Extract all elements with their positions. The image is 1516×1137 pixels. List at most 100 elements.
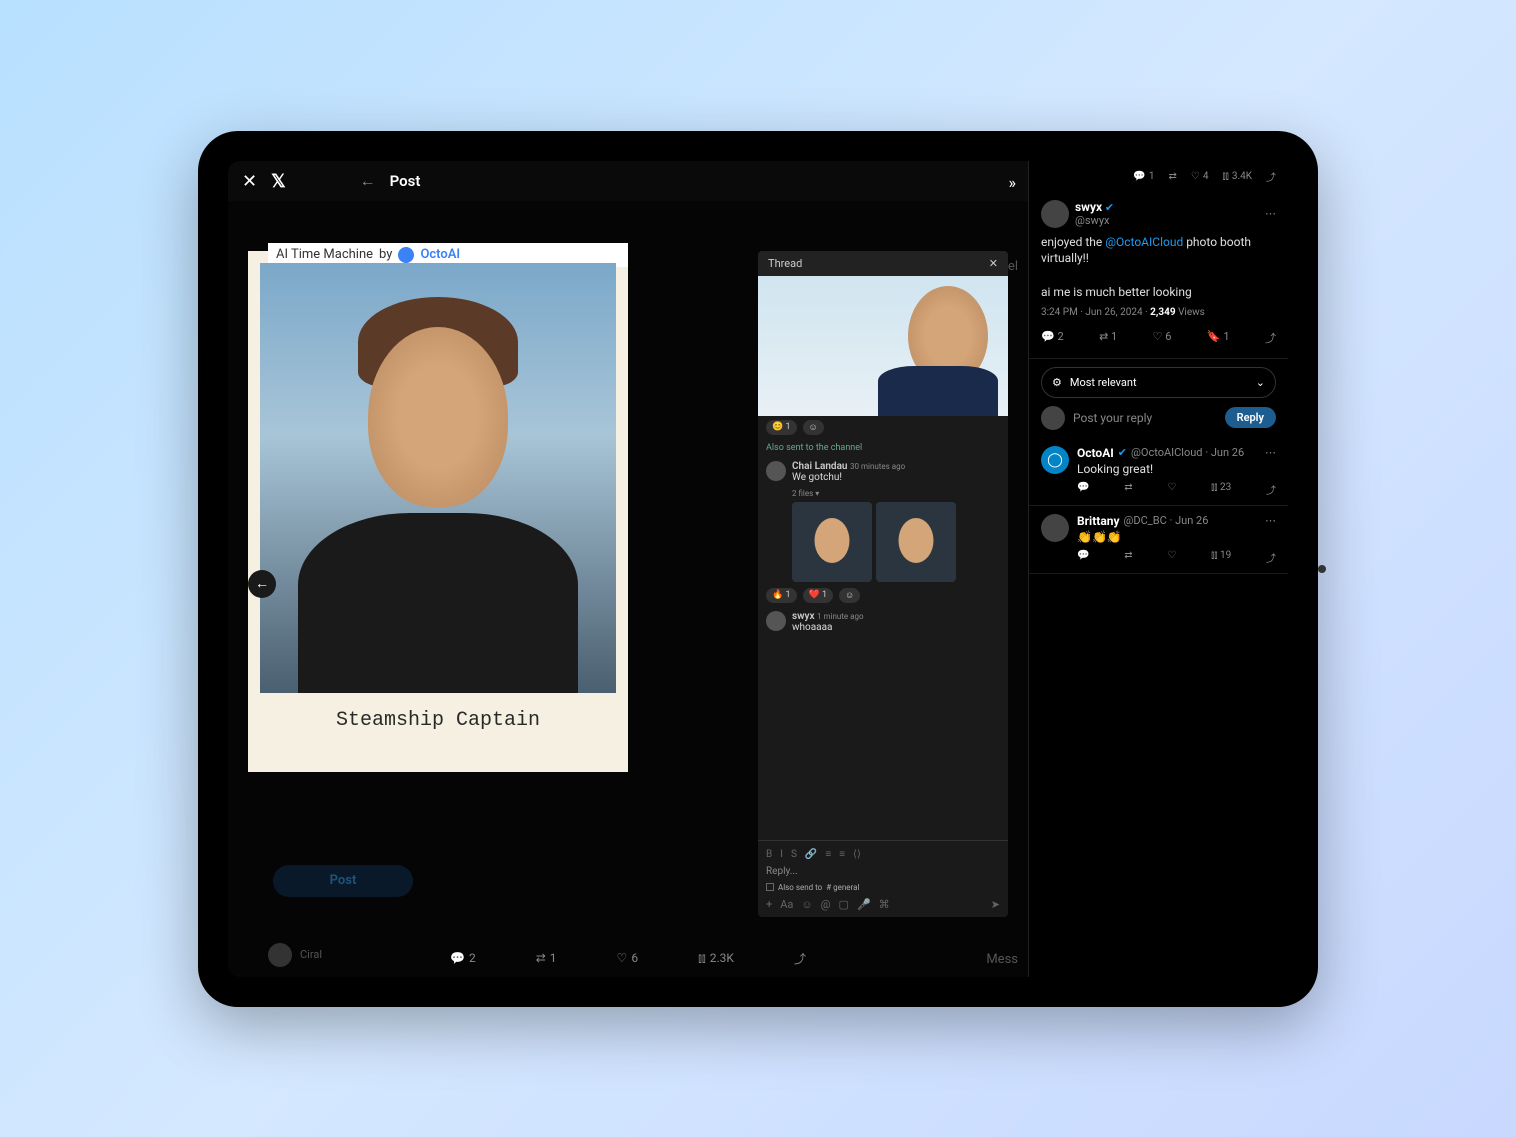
format-icon[interactable]: Aa: [780, 898, 793, 911]
more-icon[interactable]: ⋯: [1265, 514, 1276, 527]
reply-icon[interactable]: 💬: [1077, 482, 1089, 497]
reply-item[interactable]: ◯ OctoAI ✔ @OctoAICloud · Jun 26 ⋯ Looki…: [1029, 438, 1288, 506]
views-stat[interactable]: ⫾⫾ 3.4K: [1222, 169, 1252, 184]
page-title: Post: [390, 172, 421, 190]
tweet-meta: 3:24 PM · Jun 26, 2024 · 2,349 Views: [1041, 307, 1276, 318]
avatar[interactable]: ◯: [1041, 446, 1069, 474]
shortcut-icon[interactable]: ⌘: [879, 898, 890, 911]
reply-composer: B I S 🔗 ≡ ≡ ⟨⟩ Reply... Also send to # g…: [758, 840, 1008, 917]
like-action[interactable]: ♡6: [617, 950, 639, 967]
add-reaction-icon[interactable]: ☺: [839, 588, 860, 603]
close-icon[interactable]: ✕: [989, 257, 998, 270]
sort-dropdown[interactable]: ⚙ Most relevant ⌄: [1041, 367, 1276, 398]
reply-action[interactable]: 💬2: [450, 950, 476, 967]
reply-icon[interactable]: 💬: [1077, 550, 1089, 565]
mention-icon[interactable]: @: [821, 898, 831, 911]
italic-icon[interactable]: I: [780, 849, 783, 860]
tablet-frame: ✕ 𝕏 ← Post ⌂ Home Brittany @DC_BC · Jun …: [198, 131, 1318, 1007]
thread-image[interactable]: [758, 276, 1008, 416]
message: Chai Landau 30 minutes ago We gotchu!: [758, 457, 1008, 487]
plus-icon[interactable]: +: [766, 898, 772, 911]
settings-icon: ⚙: [1052, 376, 1062, 389]
files-count[interactable]: 2 files ▾: [758, 487, 1008, 500]
reply-item[interactable]: Brittany @DC_BC · Jun 26 ⋯ 👏👏👏 💬 ⇄ ♡ ⫾⫾ …: [1029, 506, 1288, 574]
avatar[interactable]: [1041, 200, 1069, 228]
tweet-actions: 💬2 ⇄1 ♡6 ⫾⫾2.3K ⤴: [450, 950, 806, 967]
heart-icon[interactable]: ♡: [1167, 482, 1176, 497]
collapse-panel-icon[interactable]: »: [1009, 173, 1017, 192]
send-icon[interactable]: ➤: [991, 898, 1000, 911]
list-icon[interactable]: ≡: [839, 849, 845, 860]
retweet-action[interactable]: ⇄1: [536, 950, 557, 967]
like-action[interactable]: ♡ 6: [1153, 330, 1172, 346]
views-action[interactable]: ⫾⫾2.3K: [698, 950, 734, 967]
list-icon[interactable]: ≡: [825, 849, 831, 860]
video-icon[interactable]: ▢: [839, 898, 849, 911]
main-tweet: swyx ✔ @swyx ⋯ enjoyed the @OctoAICloud …: [1029, 192, 1288, 359]
avatar[interactable]: [766, 461, 786, 481]
share-action[interactable]: ⤴: [794, 950, 806, 967]
retweet-stat[interactable]: ⇄: [1168, 169, 1176, 184]
x-logo-icon[interactable]: 𝕏: [271, 171, 286, 192]
screen: ✕ 𝕏 ← Post ⌂ Home Brittany @DC_BC · Jun …: [228, 161, 1288, 977]
reply-button[interactable]: Reply: [1225, 407, 1276, 428]
dimmed-messages: Mess: [986, 952, 1018, 967]
code-icon[interactable]: ⟨⟩: [853, 849, 861, 860]
reply-action[interactable]: 💬 2: [1041, 330, 1064, 346]
reaction[interactable]: 😊 1: [766, 420, 797, 435]
add-reaction-icon[interactable]: ☺: [803, 420, 824, 435]
photo-caption: Steamship Captain: [260, 709, 616, 732]
share-icon[interactable]: ⤴: [1265, 330, 1276, 346]
reply-input[interactable]: Post your reply: [1073, 411, 1217, 425]
heart-icon[interactable]: ♡: [1167, 550, 1176, 565]
dimmed-user: Ciral: [268, 943, 322, 967]
image-area: ← AI Time Machine by OctoAI Steamship Ca…: [248, 251, 748, 917]
ai-photo: [260, 263, 616, 693]
top-bar: ✕ 𝕏 ← Post: [228, 161, 1028, 202]
prev-image-button[interactable]: ←: [248, 570, 276, 598]
avatar[interactable]: [1041, 514, 1069, 542]
back-arrow-icon[interactable]: ←: [360, 171, 376, 191]
retweet-icon[interactable]: ⇄: [1124, 550, 1132, 565]
mic-icon[interactable]: 🎤: [857, 898, 871, 911]
file-thumb[interactable]: [792, 502, 872, 582]
mention-link[interactable]: @OctoAICloud: [1105, 235, 1183, 249]
also-send-checkbox[interactable]: Also send to # general: [766, 881, 1000, 894]
reply-stat[interactable]: 💬 1: [1133, 169, 1154, 184]
share-icon[interactable]: ⤴: [1266, 482, 1276, 497]
share-icon[interactable]: ⤴: [1266, 169, 1276, 184]
more-icon[interactable]: ⋯: [1265, 207, 1276, 220]
chart-icon: ⫾⫾: [698, 951, 706, 966]
left-panel: ✕ 𝕏 ← Post ⌂ Home Brittany @DC_BC · Jun …: [228, 161, 1028, 977]
link-icon[interactable]: 🔗: [805, 849, 817, 860]
avatar[interactable]: [766, 611, 786, 631]
octoai-logo-icon: [398, 247, 414, 263]
views-stat[interactable]: ⫾⫾ 19: [1211, 550, 1231, 565]
checkbox-icon[interactable]: [766, 883, 774, 891]
tweet-author[interactable]: swyx ✔ @swyx ⋯: [1041, 200, 1276, 228]
retweet-action[interactable]: ⇄ 1: [1099, 330, 1117, 346]
reply-input[interactable]: Reply...: [766, 862, 1000, 881]
strike-icon[interactable]: S: [791, 849, 797, 860]
file-thumbnails: [758, 500, 1008, 584]
bookmark-action[interactable]: 🔖 1: [1207, 330, 1230, 346]
retweet-icon[interactable]: ⇄: [1124, 482, 1132, 497]
thread-header: Thread ✕: [758, 251, 1008, 276]
share-icon: ⤴: [794, 950, 806, 967]
like-stat[interactable]: ♡ 4: [1191, 169, 1209, 184]
share-icon[interactable]: ⤴: [1266, 550, 1276, 565]
reaction[interactable]: ❤️ 1: [803, 588, 834, 603]
channel-note: Also sent to the channel: [758, 439, 1008, 457]
verified-icon: ✔: [1105, 201, 1114, 214]
reaction[interactable]: 🔥 1: [766, 588, 797, 603]
views-stat[interactable]: ⫾⫾ 23: [1211, 482, 1231, 497]
polaroid-card[interactable]: AI Time Machine by OctoAI Steamship Capt…: [248, 251, 628, 772]
more-icon[interactable]: ⋯: [1265, 446, 1276, 459]
formatting-toolbar: B I S 🔗 ≡ ≡ ⟨⟩: [766, 847, 1000, 862]
reactions-row: 😊 1 ☺: [758, 416, 1008, 439]
file-thumb[interactable]: [876, 502, 956, 582]
emoji-icon[interactable]: ☺: [801, 898, 812, 911]
close-icon[interactable]: ✕: [242, 171, 257, 192]
reply-icon: 💬: [450, 951, 465, 965]
bold-icon[interactable]: B: [766, 849, 772, 860]
